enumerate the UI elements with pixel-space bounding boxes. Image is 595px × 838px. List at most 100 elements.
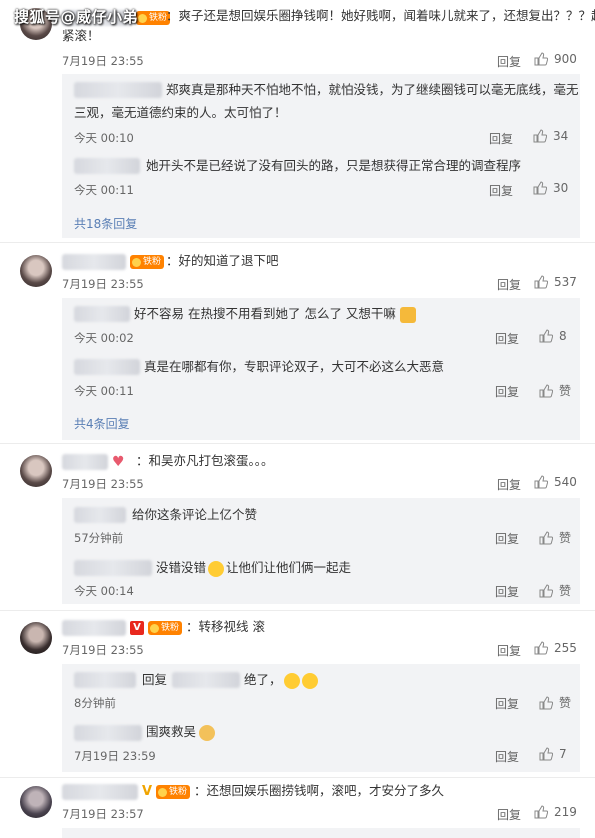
more-replies-link[interactable]: 共4条回复 bbox=[74, 415, 130, 432]
reply-button[interactable]: 回复 bbox=[495, 583, 519, 600]
fan-badge: 铁粉 bbox=[148, 621, 183, 635]
thumbs-up-icon bbox=[539, 329, 553, 343]
comment-text: ：和吴亦凡打包滚蛋。。。 bbox=[136, 453, 274, 468]
reply-text-part: 没错没错 bbox=[156, 560, 207, 575]
avatar[interactable] bbox=[20, 455, 52, 487]
username-blurred[interactable] bbox=[62, 454, 108, 470]
reply-text-content: 围爽救吴 bbox=[146, 724, 197, 739]
username-blurred[interactable] bbox=[74, 725, 142, 741]
reply-button[interactable]: 回复 bbox=[497, 53, 521, 70]
like-button[interactable]: 7 bbox=[539, 747, 567, 761]
reply-button[interactable]: 回复 bbox=[497, 276, 521, 293]
like-count: 34 bbox=[553, 129, 569, 143]
thumbs-up-icon bbox=[534, 275, 548, 289]
thumbs-up-icon bbox=[539, 747, 553, 761]
username-blurred[interactable] bbox=[74, 82, 162, 98]
thumbs-up-icon bbox=[533, 129, 547, 143]
mention-blurred[interactable] bbox=[172, 672, 240, 688]
reply-text: 绝了， bbox=[244, 670, 318, 690]
heart-badge-icon: ♥ bbox=[112, 454, 125, 470]
reply-button[interactable]: 回复 bbox=[495, 530, 519, 547]
thumbs-up-icon bbox=[539, 383, 553, 397]
reply-text: 给你这条评论上亿个赞 bbox=[132, 507, 258, 522]
like-count: 30 bbox=[553, 181, 569, 195]
thumbs-up-icon bbox=[534, 52, 548, 66]
cat-face-emoji-icon bbox=[199, 724, 216, 741]
avatar[interactable] bbox=[20, 622, 52, 654]
reply-text: 好不容易 在热搜不用看到她了 怎么了 又想干嘛 bbox=[134, 304, 416, 324]
divider bbox=[0, 443, 595, 444]
reply-text: 没错没错 让他们让他们俩一起走 bbox=[156, 558, 351, 578]
like-label: 赞 bbox=[559, 531, 572, 545]
like-button[interactable]: 赞 bbox=[539, 382, 571, 399]
reply-button[interactable]: 回复 bbox=[489, 182, 513, 199]
like-button[interactable]: 赞 bbox=[539, 582, 571, 599]
like-label: 赞 bbox=[559, 584, 572, 598]
like-count: 537 bbox=[554, 275, 577, 289]
username-blurred[interactable] bbox=[62, 784, 138, 800]
divider bbox=[0, 610, 595, 611]
thumbs-up-icon bbox=[534, 641, 548, 655]
divider bbox=[0, 242, 595, 243]
reply-button[interactable]: 回复 bbox=[495, 748, 519, 765]
reply-text-part: 绝了， bbox=[244, 672, 282, 687]
thumbs-up-icon bbox=[534, 805, 548, 819]
like-button[interactable]: 8 bbox=[539, 329, 567, 343]
username-blurred[interactable] bbox=[74, 359, 140, 375]
reply-time: 今天 00:14 bbox=[74, 584, 134, 598]
laughing-crying-emoji-icon bbox=[283, 672, 300, 689]
reply-text: 回复 bbox=[142, 672, 168, 687]
username-blurred[interactable] bbox=[74, 158, 140, 174]
reply-button[interactable]: 回复 bbox=[495, 330, 519, 347]
reply-time: 今天 00:11 bbox=[74, 183, 134, 197]
username-blurred[interactable] bbox=[74, 306, 130, 322]
reply-button[interactable]: 回复 bbox=[497, 476, 521, 493]
like-label: 赞 bbox=[559, 696, 572, 710]
like-button[interactable]: 255 bbox=[534, 641, 577, 655]
like-button[interactable]: 900 bbox=[534, 52, 577, 66]
like-button[interactable]: 赞 bbox=[539, 694, 571, 711]
reply-button[interactable]: 回复 bbox=[495, 383, 519, 400]
username-blurred[interactable] bbox=[74, 507, 126, 523]
reply-time: 57分钟前 bbox=[74, 531, 124, 545]
reply-button[interactable]: 回复 bbox=[497, 642, 521, 659]
comment-time: 7月19日 23:55 bbox=[62, 477, 144, 491]
reply-button[interactable]: 回复 bbox=[495, 695, 519, 712]
like-button[interactable]: 34 bbox=[533, 129, 568, 143]
like-count: 8 bbox=[559, 329, 567, 343]
username-blurred[interactable] bbox=[62, 254, 126, 270]
avatar[interactable] bbox=[20, 255, 52, 287]
comment-time: 7月19日 23:55 bbox=[62, 54, 144, 68]
watermark: 搜狐号@威仔小弟 bbox=[14, 8, 139, 26]
reply-text: 郑爽真是那种天不怕地不怕，就怕没钱，为了继续圈钱可以毫无底线，毫无 bbox=[166, 82, 579, 97]
reply-button[interactable]: 回复 bbox=[497, 806, 521, 823]
username-blurred[interactable] bbox=[74, 672, 136, 688]
like-label: 赞 bbox=[559, 384, 572, 398]
thumbs-down-emoji-icon bbox=[399, 306, 416, 323]
avatar[interactable] bbox=[20, 786, 52, 818]
like-count: 540 bbox=[554, 475, 577, 489]
like-button[interactable]: 537 bbox=[534, 275, 577, 289]
reply-time: 今天 00:10 bbox=[74, 131, 134, 145]
reply-time: 7月19日 23:59 bbox=[74, 749, 156, 763]
more-replies-link[interactable]: 共18条回复 bbox=[74, 215, 137, 232]
like-button[interactable]: 219 bbox=[534, 805, 577, 819]
reply-text-part: 让他们让他们俩一起走 bbox=[226, 560, 352, 575]
crying-face-emoji-icon bbox=[208, 560, 225, 577]
comment-text: ：爽子还是想回娱乐圈挣钱啊！她好贱啊，闻着味儿就来了，还想复出？？？赶 bbox=[166, 8, 595, 23]
username-blurred[interactable] bbox=[74, 560, 152, 576]
reply-button[interactable]: 回复 bbox=[489, 130, 513, 147]
like-button[interactable]: 赞 bbox=[539, 529, 571, 546]
verified-v-icon: V bbox=[142, 784, 153, 799]
reply-text: 三观，毫无道德约束的人。太可怕了！ bbox=[74, 105, 287, 120]
reply-text: 真是在哪都有你，专职评论双子，大可不必这么大恶意 bbox=[144, 359, 445, 374]
username-blurred[interactable] bbox=[62, 620, 126, 636]
like-button[interactable]: 540 bbox=[534, 475, 577, 489]
comment-text: 紧滚！ bbox=[62, 28, 100, 43]
like-count: 219 bbox=[554, 805, 577, 819]
reply-text: 她开头不是已经说了没有回头的路，只是想获得正常合理的调查程序 bbox=[146, 158, 522, 173]
comment-text: ：还想回娱乐圈捞钱啊，滚吧，才安分了多久 bbox=[194, 783, 445, 798]
like-button[interactable]: 30 bbox=[533, 181, 568, 195]
reply-time: 今天 00:11 bbox=[74, 384, 134, 398]
reply-panel bbox=[62, 828, 580, 838]
